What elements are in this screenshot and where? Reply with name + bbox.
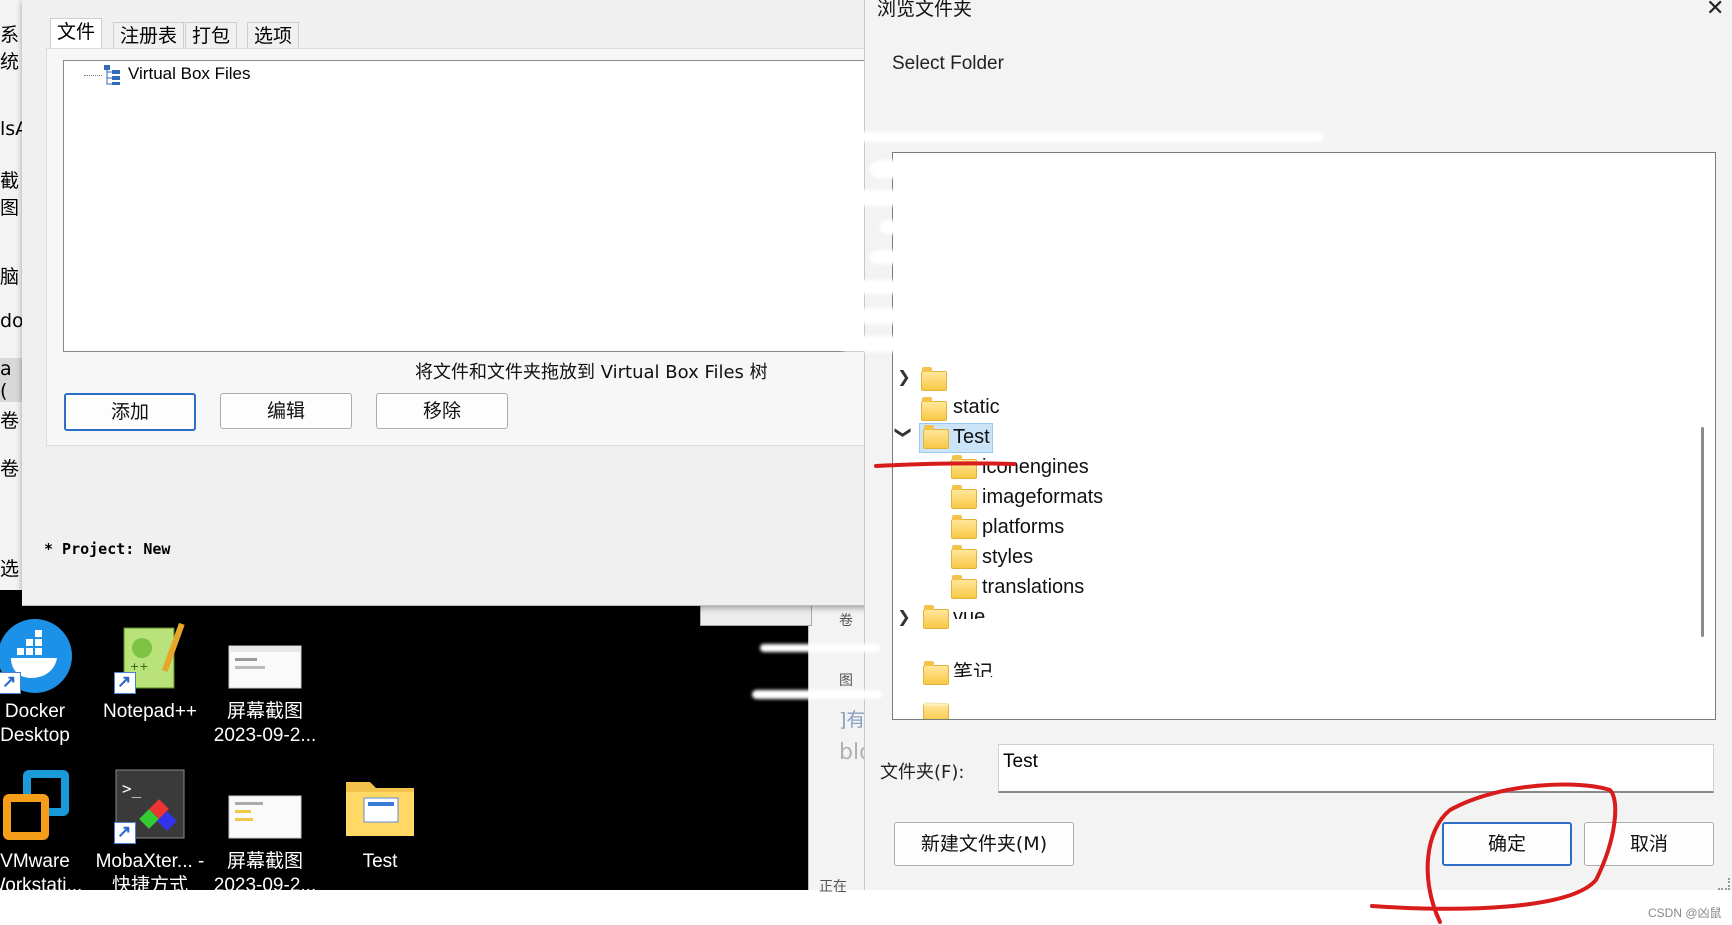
watermark: CSDN @凶鼠 (1648, 906, 1722, 920)
red-underline-mark (874, 461, 1016, 468)
red-annotations (874, 461, 1618, 924)
red-circle-mark (1370, 782, 1618, 924)
